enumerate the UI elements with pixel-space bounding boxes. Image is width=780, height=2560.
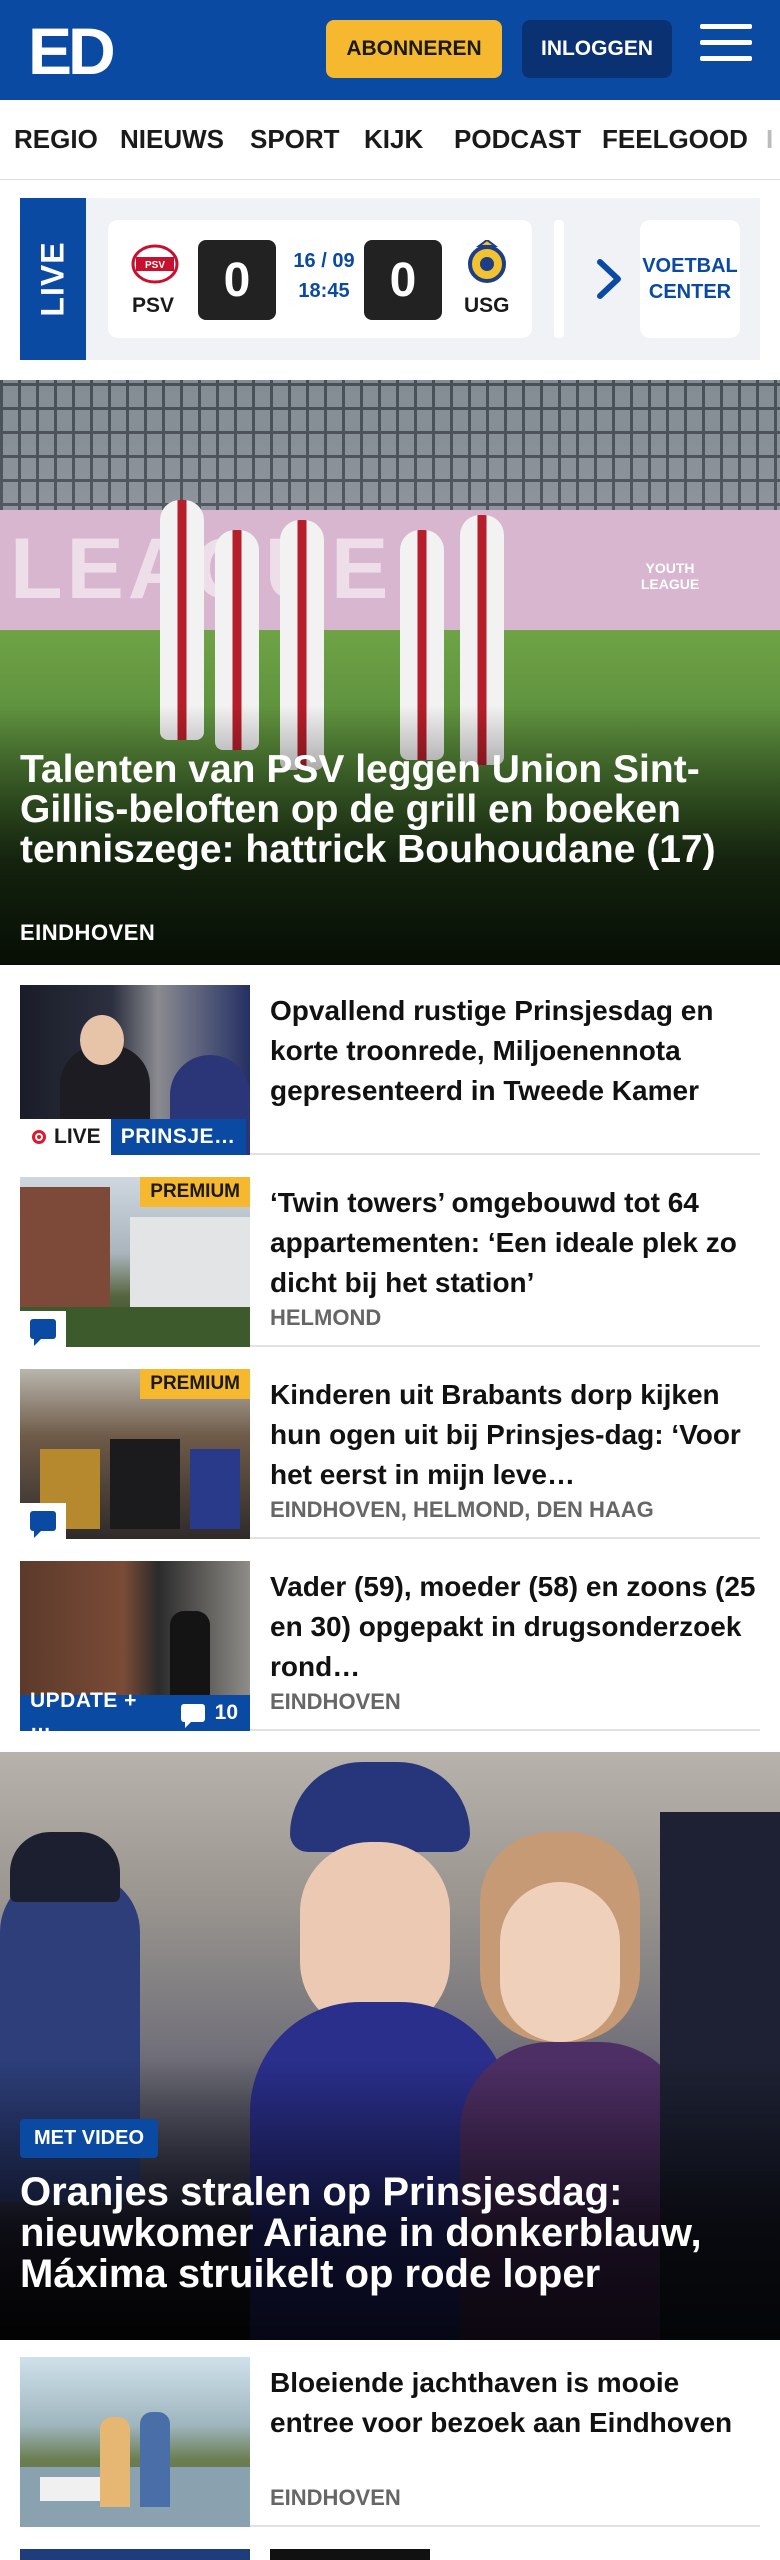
update-chip: UPDATE + … 10: [20, 1689, 250, 1731]
live-scores-bar: LIVE PSV PSV 0 16 / 09 18:45 0 USG VOETB…: [20, 198, 760, 360]
hero-article[interactable]: LEAGUE YOUTH LEAGUE Talenten van PSV leg…: [0, 380, 780, 965]
nav-item-podcast[interactable]: PODCAST: [454, 124, 581, 155]
article-thumbnail: UPDATE + … 10: [20, 1561, 250, 1731]
article-title[interactable]: Bloeiende jachthaven is mooie entree voo…: [270, 2363, 760, 2443]
video-badge: MET VIDEO: [20, 2119, 159, 2158]
nav-item-overflow[interactable]: I: [766, 124, 773, 155]
nav-item-sport[interactable]: SPORT: [250, 124, 340, 155]
hero2-title[interactable]: Oranjes stralen op Prinsjesdag: nieuwkom…: [20, 2172, 760, 2295]
article-location: EINDHOVEN, HELMOND, DEN HAAG: [270, 1497, 654, 1522]
svg-text:PSV: PSV: [145, 260, 165, 271]
live-dot-icon: [32, 1130, 46, 1144]
section-nav: REGIO NIEUWS SPORT KIJK PODCAST FEELGOOD…: [0, 100, 780, 180]
list-item[interactable]: PREMIUM ‘Twin towers’ omgebouwd tot 64 a…: [20, 1177, 760, 1347]
nav-item-kijk[interactable]: KIJK: [364, 124, 423, 155]
comment-icon: [30, 1511, 56, 1538]
article-title[interactable]: Kinderen uit Brabants dorp kijken hun og…: [270, 1375, 760, 1495]
comment-count[interactable]: 10: [168, 1695, 250, 1731]
menu-icon[interactable]: [700, 24, 752, 72]
football-center-link[interactable]: VOETBAL CENTER: [640, 220, 740, 338]
login-button[interactable]: INLOGGEN: [522, 20, 672, 78]
list-item[interactable]: PREMIUM Kinderen uit Brabants dorp kijke…: [20, 1369, 760, 1539]
nav-item-regio[interactable]: REGIO: [14, 124, 98, 155]
chevron-right-icon[interactable]: [592, 256, 628, 302]
match-datetime: 16 / 09 18:45: [293, 250, 355, 302]
nav-item-nieuws[interactable]: NIEUWS: [120, 124, 224, 155]
article-thumbnail: PREMIUM: [20, 1369, 250, 1539]
site-header: ED ABONNEREN INLOGGEN: [0, 0, 780, 100]
article-title[interactable]: Vader (59), moeder (58) en zoons (25 en …: [270, 1567, 760, 1687]
article-thumbnail: LIVE PRINSJE…: [20, 985, 250, 1155]
away-score: 0: [364, 240, 442, 320]
next-match-card-edge[interactable]: [554, 220, 564, 338]
topic-tag[interactable]: PRINSJE…: [110, 1119, 246, 1155]
away-team-name: USG: [464, 294, 510, 317]
article-location: HELMOND: [270, 1305, 382, 1330]
hero-image: [0, 380, 780, 530]
live-tab[interactable]: LIVE: [20, 198, 86, 360]
site-logo[interactable]: ED: [28, 18, 116, 84]
subscribe-button[interactable]: ABONNEREN: [326, 20, 502, 78]
article-location: EINDHOVEN: [270, 2485, 401, 2510]
article-title[interactable]: Opvallend rustige Prinsjesdag en korte t…: [270, 991, 760, 1111]
article-location: EINDHOVEN: [270, 1689, 401, 1714]
nav-item-feelgood[interactable]: FEELGOOD: [602, 124, 748, 155]
list-item[interactable]: UPDATE + … 10 Vader (59), moeder (58) en…: [20, 1561, 760, 1731]
article-title[interactable]: ‘Twin towers’ omgebouwd tot 64 apparteme…: [270, 1183, 760, 1303]
home-team-name: PSV: [132, 294, 175, 317]
hero-location: EINDHOVEN: [20, 920, 156, 945]
usg-logo-icon: [468, 240, 506, 283]
hero-title[interactable]: Talenten van PSV leggen Union Sint-Gilli…: [20, 750, 760, 870]
list-item[interactable]: LIVE PRINSJE… Opvallend rustige Prinsjes…: [20, 985, 760, 1155]
comment-icon: [180, 1704, 205, 1728]
live-chip: LIVE PRINSJE…: [20, 1119, 246, 1155]
premium-badge: PREMIUM: [140, 1369, 250, 1399]
comment-icon: [30, 1319, 56, 1346]
update-tag[interactable]: UPDATE + …: [20, 1689, 169, 1731]
match-card[interactable]: PSV PSV 0 16 / 09 18:45 0 USG: [108, 220, 532, 338]
list-item[interactable]: [20, 2549, 760, 2560]
premium-badge: PREMIUM: [140, 1177, 250, 1207]
psv-logo-icon: PSV: [131, 244, 179, 284]
article-thumbnail: [20, 2357, 250, 2527]
article-thumbnail: PREMIUM: [20, 1177, 250, 1347]
hero-article-video[interactable]: Oranjes stralen op Prinsjesdag: nieuwkom…: [0, 1752, 780, 2340]
home-score: 0: [198, 240, 276, 320]
list-item[interactable]: Bloeiende jachthaven is mooie entree voo…: [20, 2357, 760, 2527]
